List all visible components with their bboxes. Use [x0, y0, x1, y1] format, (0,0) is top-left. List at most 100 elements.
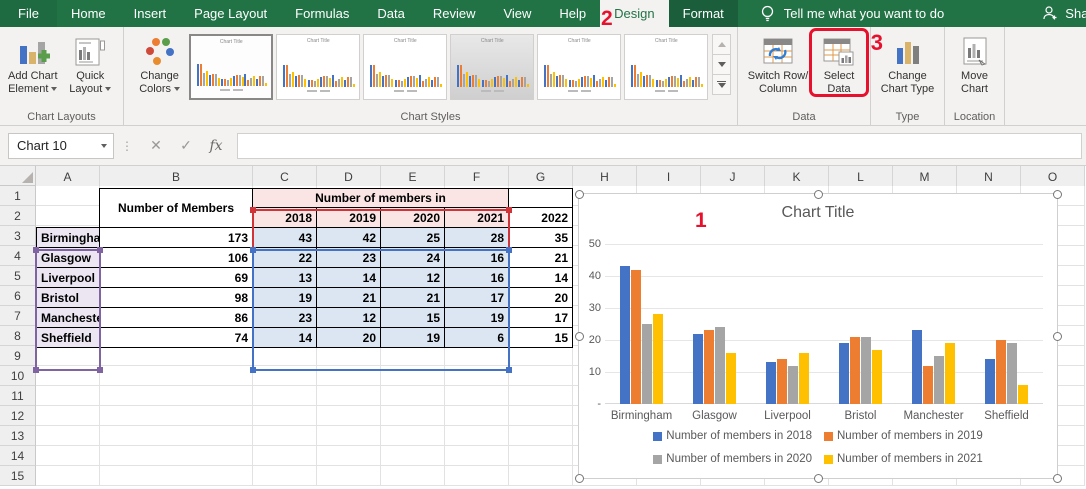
cell-b15[interactable]	[100, 466, 253, 486]
bar-birmingham-2019[interactable]	[631, 269, 641, 404]
chart-object[interactable]: Chart Title 1 50 40 30 20 10- Birmingham Glas…	[575, 190, 1062, 483]
row-header-5[interactable]: 5	[0, 266, 36, 286]
column-header-k[interactable]: K	[765, 166, 829, 188]
row-header-15[interactable]: 15	[0, 466, 36, 486]
chart-resize-handle[interactable]	[575, 332, 584, 341]
cell-city-glasgow[interactable]: Glasgow	[36, 248, 100, 268]
cell-e15[interactable]	[381, 466, 445, 486]
menu-tab-file[interactable]: File	[0, 0, 57, 27]
cell-value-glasgow-2020[interactable]: 24	[381, 248, 445, 268]
cell-d12[interactable]	[317, 406, 381, 426]
bar-liverpool-2019[interactable]	[777, 359, 787, 404]
menu-tab-data[interactable]: Data	[363, 0, 418, 27]
cell-city-manchester[interactable]: Manchester	[36, 308, 100, 328]
cell-f14[interactable]	[445, 446, 509, 466]
cell-g9[interactable]	[509, 346, 573, 366]
cell-g12[interactable]	[509, 406, 573, 426]
cell-d15[interactable]	[317, 466, 381, 486]
share-button[interactable]: Share	[1042, 0, 1086, 27]
cell-value-bristol-2019[interactable]: 21	[317, 288, 381, 308]
cell-total-bristol[interactable]: 98	[100, 288, 253, 308]
cell-b11[interactable]	[100, 386, 253, 406]
row-header-3[interactable]: 3	[0, 226, 36, 246]
chart-resize-handle[interactable]	[575, 190, 584, 199]
legend-item-2018[interactable]: Number of members in 2018	[653, 430, 812, 442]
cell-e11[interactable]	[381, 386, 445, 406]
cell-e13[interactable]	[381, 426, 445, 446]
bar-bristol-2018[interactable]	[839, 343, 849, 404]
column-header-j[interactable]: J	[701, 166, 765, 188]
chart-style-thumbnail-4[interactable]: Chart Title	[450, 34, 535, 100]
row-header-1[interactable]: 1	[0, 186, 36, 206]
menu-tab-insert[interactable]: Insert	[120, 0, 181, 27]
bar-glasgow-2018[interactable]	[693, 333, 703, 404]
cell-a13[interactable]	[36, 426, 100, 446]
cell-city-liverpool[interactable]: Liverpool	[36, 268, 100, 288]
bar-birmingham-2020[interactable]	[642, 324, 652, 404]
cell-year-2021[interactable]: 2021	[445, 208, 509, 228]
bar-bristol-2019[interactable]	[850, 336, 860, 404]
bar-manchester-2021[interactable]	[945, 343, 955, 404]
cell-e10[interactable]	[381, 366, 445, 386]
cell-value-sheffield-2018[interactable]: 14	[253, 328, 317, 348]
column-header-c[interactable]: C	[253, 166, 317, 188]
insert-function-button[interactable]: fx	[201, 133, 231, 159]
switch-row-column-button[interactable]: Switch Row/ Column	[745, 30, 811, 109]
chart-resize-handle[interactable]	[814, 474, 823, 483]
chart-resize-handle[interactable]	[814, 190, 823, 199]
cell-g1-empty[interactable]	[509, 188, 573, 208]
cell-total-liverpool[interactable]: 69	[100, 268, 253, 288]
legend-item-2019[interactable]: Number of members in 2019	[824, 430, 983, 442]
row-header-6[interactable]: 6	[0, 286, 36, 306]
cell-extra-sheffield[interactable]: 15	[509, 328, 573, 348]
bar-liverpool-2018[interactable]	[766, 362, 776, 404]
column-header-n[interactable]: N	[957, 166, 1021, 188]
cell-value-liverpool-2020[interactable]: 12	[381, 268, 445, 288]
bar-birmingham-2021[interactable]	[653, 314, 663, 404]
chart-resize-handle[interactable]	[575, 474, 584, 483]
cell-value-liverpool-2021[interactable]: 16	[445, 268, 509, 288]
cell-total-manchester[interactable]: 86	[100, 308, 253, 328]
bar-bristol-2020[interactable]	[861, 336, 871, 404]
cell-year-2022[interactable]: 2022	[509, 208, 573, 228]
cell-year-2019[interactable]: 2019	[317, 208, 381, 228]
bar-liverpool-2021[interactable]	[799, 352, 809, 404]
cell-value-sheffield-2019[interactable]: 20	[317, 328, 381, 348]
cell-value-birmingham-2019[interactable]: 42	[317, 228, 381, 248]
row-header-13[interactable]: 13	[0, 426, 36, 446]
cell-value-manchester-2020[interactable]: 15	[381, 308, 445, 328]
bar-sheffield-2019[interactable]	[996, 340, 1006, 404]
bar-bristol-2021[interactable]	[872, 349, 882, 404]
cell-value-manchester-2019[interactable]: 12	[317, 308, 381, 328]
enter-button[interactable]: ✓	[171, 133, 201, 159]
cell-a12[interactable]	[36, 406, 100, 426]
cell-c9[interactable]	[253, 346, 317, 366]
cell-e12[interactable]	[381, 406, 445, 426]
select-all-corner[interactable]	[0, 166, 36, 186]
cell-b10[interactable]	[100, 366, 253, 386]
row-header-12[interactable]: 12	[0, 406, 36, 426]
cell-b14[interactable]	[100, 446, 253, 466]
cell-d13[interactable]	[317, 426, 381, 446]
cell-c11[interactable]	[253, 386, 317, 406]
cell-g14[interactable]	[509, 446, 573, 466]
bar-manchester-2018[interactable]	[912, 330, 922, 404]
cell-members-header[interactable]: Number of Members	[100, 188, 253, 228]
row-header-14[interactable]: 14	[0, 446, 36, 466]
chart-resize-handle[interactable]	[1053, 332, 1062, 341]
cell-c12[interactable]	[253, 406, 317, 426]
chart-style-thumbnail-6[interactable]: Chart Title	[624, 34, 709, 100]
bar-birmingham-2018[interactable]	[620, 266, 630, 404]
legend-item-2020[interactable]: Number of members in 2020	[653, 453, 812, 465]
row-header-7[interactable]: 7	[0, 306, 36, 326]
column-header-m[interactable]: M	[893, 166, 957, 188]
menu-tab-home[interactable]: Home	[57, 0, 120, 27]
row-header-11[interactable]: 11	[0, 386, 36, 406]
cell-f11[interactable]	[445, 386, 509, 406]
column-header-i[interactable]: I	[637, 166, 701, 188]
cell-c15[interactable]	[253, 466, 317, 486]
cell-value-glasgow-2019[interactable]: 23	[317, 248, 381, 268]
chart-style-thumbnail-5[interactable]: Chart Title	[537, 34, 622, 100]
bar-glasgow-2019[interactable]	[704, 330, 714, 404]
name-box[interactable]: Chart 10	[8, 132, 114, 159]
